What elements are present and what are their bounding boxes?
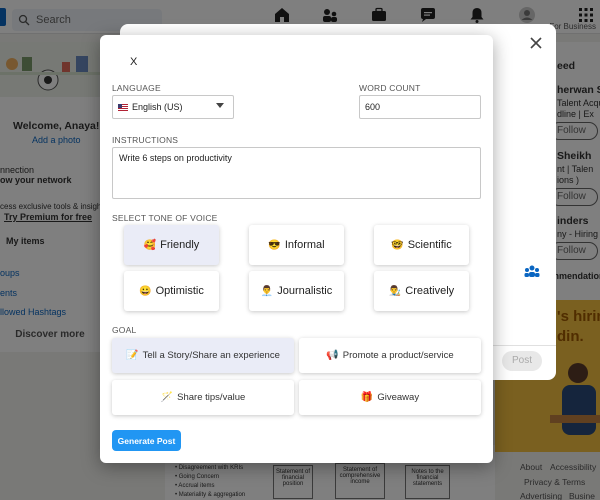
generate-post-button[interactable]: Generate Post (112, 430, 181, 451)
language-select[interactable]: English (US) (112, 95, 234, 119)
tone-option-label: Journalistic (277, 285, 333, 297)
language-value: English (US) (132, 102, 183, 112)
tone-option-label: Creatively (405, 285, 455, 297)
chevron-down-icon (216, 103, 224, 108)
goal-option-giveaway[interactable]: 🎁 Giveaway (299, 380, 481, 415)
goal-option-share-tips[interactable]: 🪄 Share tips/value (112, 380, 294, 415)
goal-option-label: Share tips/value (177, 392, 246, 403)
goal-option-label: Giveaway (377, 392, 420, 403)
tone-option-optimistic[interactable]: 😀 Optimistic (124, 271, 219, 311)
artist-icon: 👨‍🎨 (388, 285, 402, 297)
tone-option-label: Optimistic (155, 285, 204, 297)
tone-option-scientific[interactable]: 🤓 Scientific (374, 225, 469, 265)
tone-option-creatively[interactable]: 👨‍🎨 Creatively (374, 271, 469, 311)
tone-option-informal[interactable]: 😎 Informal (249, 225, 344, 265)
memo-icon: 📝 (126, 350, 139, 361)
goal-option-promote[interactable]: 📢 Promote a product/service (299, 338, 481, 373)
close-button[interactable]: X (130, 56, 137, 68)
nerd-face-icon: 🤓 (391, 239, 404, 251)
close-icon[interactable] (529, 36, 543, 50)
us-flag-icon (118, 103, 128, 111)
tone-label: SELECT TONE OF VOICE (112, 213, 218, 223)
instructions-textarea[interactable]: Write 6 steps on productivity (112, 147, 481, 199)
office-worker-icon: 👨‍💼 (260, 285, 274, 297)
tone-option-label: Scientific (407, 239, 452, 251)
tone-option-journalistic[interactable]: 👨‍💼 Journalistic (249, 271, 344, 311)
smiling-hearts-icon: 🥰 (143, 239, 157, 251)
sunglasses-face-icon: 😎 (268, 239, 281, 251)
ai-post-generator-modal: X LANGUAGE English (US) WORD COUNT INSTR… (100, 35, 493, 463)
language-label: LANGUAGE (112, 83, 161, 93)
tone-option-friendly[interactable]: 🥰 Friendly (124, 225, 219, 265)
goal-option-tell-story[interactable]: 📝 Tell a Story/Share an experience (112, 338, 294, 373)
goal-label: GOAL (112, 325, 137, 335)
goal-option-label: Tell a Story/Share an experience (142, 350, 280, 361)
megaphone-icon: 📢 (326, 350, 339, 361)
post-button[interactable]: Post (502, 351, 542, 371)
magic-wand-icon: 🪄 (160, 392, 174, 403)
word-count-input[interactable] (359, 95, 481, 119)
people-icon[interactable] (524, 264, 540, 278)
tone-option-label: Friendly (160, 239, 200, 251)
word-count-label: WORD COUNT (359, 83, 421, 93)
grinning-face-icon: 😀 (139, 285, 152, 297)
tone-option-label: Informal (284, 239, 325, 251)
gift-icon: 🎁 (360, 392, 374, 403)
goal-option-label: Promote a product/service (342, 350, 454, 361)
instructions-label: INSTRUCTIONS (112, 135, 179, 145)
